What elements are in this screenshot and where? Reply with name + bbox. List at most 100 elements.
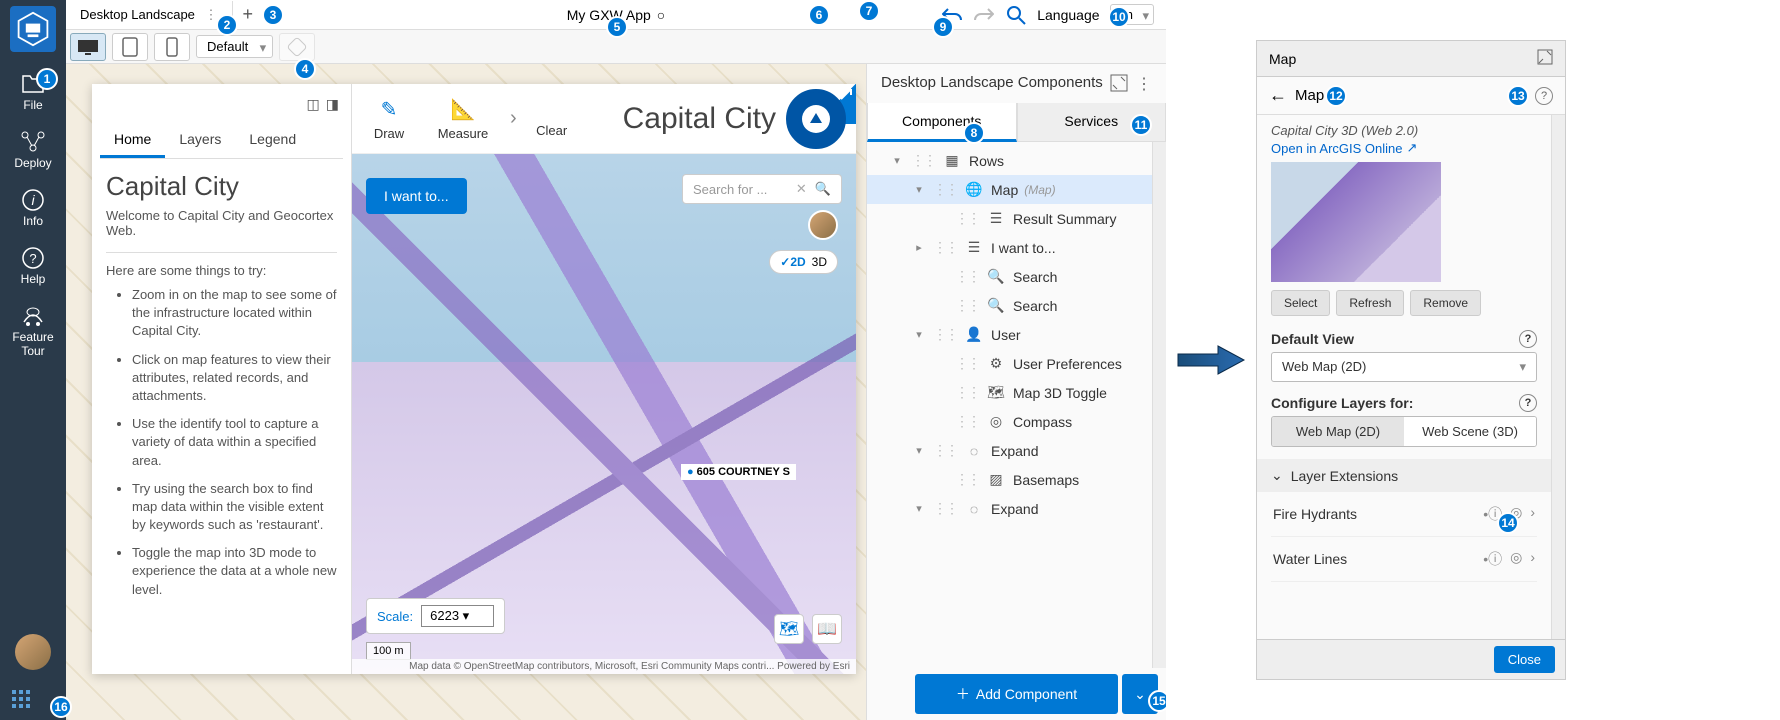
scrollbar[interactable] (1152, 142, 1166, 668)
i-want-to-button[interactable]: I want to... (366, 178, 467, 214)
layer-indicator-icon[interactable]: •ⓘ (1483, 549, 1502, 569)
drag-handle-icon[interactable]: ⋮⋮ (933, 326, 957, 343)
layer-row[interactable]: Water Lines •ⓘ ◎ › (1271, 537, 1537, 582)
app-logo[interactable] (10, 6, 56, 52)
map-search-input[interactable]: Search for ... ✕ 🔍 (682, 174, 842, 204)
basemap-icon[interactable]: 🗺 (774, 614, 804, 644)
tree-arrow-icon[interactable]: ▾ (889, 154, 905, 167)
section-title: Layer Extensions (1291, 468, 1398, 484)
drag-handle-icon[interactable]: ⋮⋮ (955, 297, 979, 314)
rail-info[interactable]: i Info (19, 186, 47, 228)
tree-node-icon: 🔍 (985, 268, 1007, 285)
rail-deploy[interactable]: Deploy (14, 128, 51, 170)
drag-handle-icon[interactable]: ⋮⋮ (911, 152, 935, 169)
draw-tool[interactable]: ✎Draw (362, 97, 416, 141)
segment-3d[interactable]: Web Scene (3D) (1404, 417, 1536, 446)
drag-handle-icon[interactable]: ⋮⋮ (955, 210, 979, 227)
chevron-right-icon[interactable]: › (1530, 549, 1535, 569)
help-icon[interactable]: ? (1519, 394, 1537, 412)
panel-menu-icon[interactable]: ⋮ (1136, 74, 1152, 97)
tree-row[interactable]: ▾⋮⋮◌Expand (867, 436, 1152, 465)
default-view-select[interactable]: Web Map (2D) ▾ (1271, 352, 1537, 382)
layer-config-icon[interactable]: ◎ (1510, 549, 1522, 569)
tree-arrow-icon[interactable]: ▾ (911, 183, 927, 196)
apps-grid-icon[interactable] (6, 684, 36, 714)
tree-row[interactable]: ▾⋮⋮◌Expand (867, 494, 1152, 523)
tree-row[interactable]: ⋮⋮☰Result Summary (867, 204, 1152, 233)
search-icon[interactable]: 🔍 (815, 181, 831, 197)
panel-action-icon[interactable] (1110, 74, 1128, 97)
tab-home[interactable]: Home (100, 123, 165, 158)
device-tablet-button[interactable] (112, 33, 148, 61)
tree-row[interactable]: ⋮⋮🗺Map 3D Toggle (867, 378, 1152, 407)
drag-handle-icon[interactable]: ⋮⋮ (933, 181, 957, 198)
layer-extensions-section[interactable]: ⌄ Layer Extensions (1257, 459, 1551, 492)
drag-handle-icon[interactable]: ⋮⋮ (933, 239, 957, 256)
map-user-avatar[interactable] (808, 210, 838, 240)
layout-tab[interactable]: Desktop Landscape ⋮ (66, 1, 233, 29)
tab-menu-icon[interactable]: ⋮ (205, 7, 218, 22)
drag-handle-icon[interactable]: ⋮⋮ (955, 384, 979, 401)
configure-layers-segment[interactable]: Web Map (2D) Web Scene (3D) (1271, 416, 1537, 447)
tab-layers[interactable]: Layers (165, 123, 235, 158)
select-button[interactable]: Select (1271, 290, 1330, 316)
2d-3d-toggle[interactable]: ✓2D 3D (769, 250, 838, 274)
measure-tool[interactable]: 📐Measure (436, 97, 490, 141)
drag-handle-icon[interactable]: ⋮⋮ (933, 442, 957, 459)
map-viewport[interactable]: I want to... Search for ... ✕ 🔍 ✓2D 3D ●… (352, 154, 856, 674)
tree-row[interactable]: ▸⋮⋮☰I want to... (867, 233, 1152, 262)
scrollbar[interactable] (1551, 115, 1565, 639)
tree-arrow-icon[interactable]: ▾ (911, 502, 927, 515)
tour-icon (19, 302, 47, 330)
chevron-right-icon[interactable]: › (510, 107, 517, 130)
tree-row[interactable]: ▾⋮⋮👤User (867, 320, 1152, 349)
toggle-3d[interactable]: 3D (812, 255, 827, 269)
redo-button[interactable] (973, 4, 995, 26)
search-button[interactable] (1005, 4, 1027, 26)
scale-value[interactable]: 6223 ▾ (421, 605, 494, 627)
remove-button[interactable]: Remove (1410, 290, 1481, 316)
rotate-button[interactable] (279, 33, 315, 61)
close-button[interactable]: Close (1494, 646, 1555, 673)
toggle-2d[interactable]: ✓2D (780, 255, 805, 269)
drag-handle-icon[interactable]: ⋮⋮ (955, 413, 979, 430)
drag-handle-icon[interactable]: ⋮⋮ (955, 268, 979, 285)
layer-row[interactable]: Fire Hydrants •ⓘ ◎ 14 › (1271, 492, 1537, 537)
open-in-arcgis-link[interactable]: Open in ArcGIS Online↗ (1271, 140, 1537, 156)
tab-legend[interactable]: Legend (235, 123, 310, 158)
tree-row[interactable]: ⋮⋮◎Compass (867, 407, 1152, 436)
tree-row[interactable]: ▾⋮⋮▦Rows (867, 146, 1152, 175)
drag-handle-icon[interactable]: ⋮⋮ (955, 471, 979, 488)
clear-icon[interactable]: ✕ (796, 181, 807, 197)
drag-handle-icon[interactable]: ⋮⋮ (955, 355, 979, 372)
maximize-icon[interactable] (1537, 49, 1553, 68)
drag-handle-icon[interactable]: ⋮⋮ (933, 500, 957, 517)
help-icon[interactable]: ? (1519, 330, 1537, 348)
add-component-button[interactable]: ＋Add Component ⌄ (915, 674, 1118, 714)
tree-arrow-icon[interactable]: ▾ (911, 328, 927, 341)
detail-help-icon[interactable]: ? (1535, 87, 1553, 105)
user-avatar[interactable] (15, 634, 51, 670)
tab-components[interactable]: Components (867, 103, 1017, 142)
scale-selector[interactable]: Scale: 6223 ▾ (366, 598, 505, 634)
clear-tool[interactable]: Clear (537, 99, 567, 138)
bookmark-icon[interactable]: 📖 (812, 614, 842, 644)
device-phone-button[interactable] (154, 33, 190, 61)
back-button[interactable]: ← (1269, 85, 1287, 106)
panel-expand-icon[interactable]: ◨ (326, 96, 339, 113)
rail-help[interactable]: ? Help (19, 244, 47, 286)
tree-arrow-icon[interactable]: ▾ (911, 444, 927, 457)
tree-row[interactable]: ⋮⋮⚙User Preferences (867, 349, 1152, 378)
layout-variant-select[interactable]: Default ▾ (196, 35, 273, 58)
rail-feature-tour[interactable]: Feature Tour (0, 302, 66, 359)
tree-row[interactable]: ⋮⋮▨Basemaps (867, 465, 1152, 494)
chevron-right-icon[interactable]: › (1530, 504, 1535, 524)
tree-arrow-icon[interactable]: ▸ (911, 241, 927, 254)
refresh-button[interactable]: Refresh (1336, 290, 1404, 316)
tree-row[interactable]: ⋮⋮🔍Search (867, 291, 1152, 320)
device-desktop-button[interactable] (70, 33, 106, 61)
tree-row[interactable]: ⋮⋮🔍Search (867, 262, 1152, 291)
tree-row[interactable]: ▾⋮⋮🌐Map (Map) (867, 175, 1152, 204)
segment-2d[interactable]: Web Map (2D) (1272, 417, 1404, 446)
panel-collapse-icon[interactable]: ◫ (307, 96, 320, 113)
